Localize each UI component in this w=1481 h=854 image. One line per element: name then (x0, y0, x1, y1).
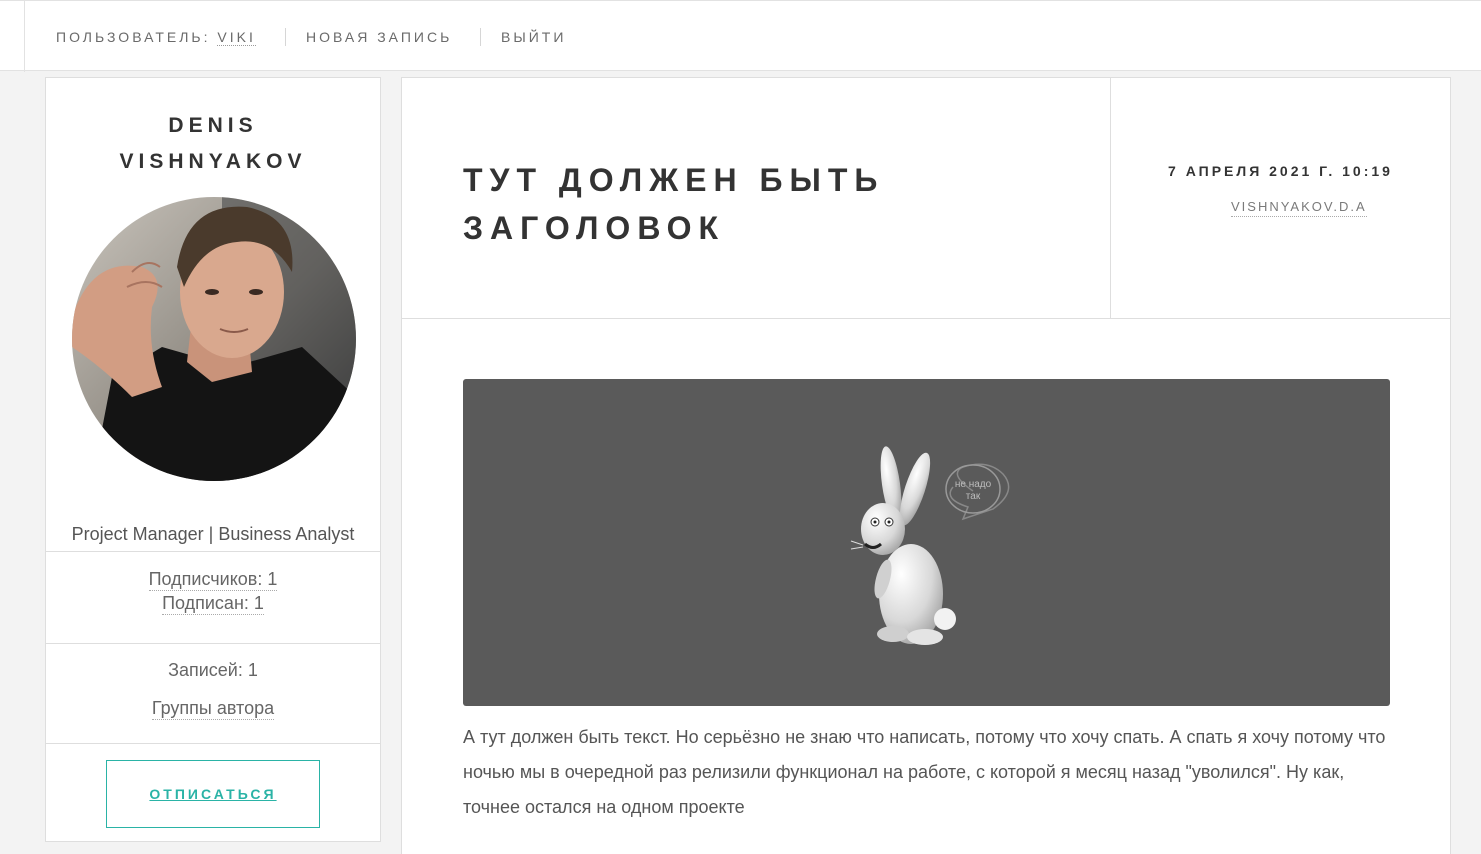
author-card: Denis Vishnyakov (45, 77, 381, 842)
avatar (72, 197, 356, 481)
author-name: Denis Vishnyakov (46, 108, 380, 180)
article-meta: 7 апреля 2021 г. 10:19 vishnyakov.d.a (1110, 78, 1450, 318)
avatar-photo (72, 197, 356, 481)
article-author-link[interactable]: vishnyakov.d.a (1231, 199, 1367, 217)
author-action-section: Отписаться (46, 743, 380, 843)
author-role: Project Manager | Business Analyst (71, 524, 355, 544)
unsubscribe-button[interactable]: Отписаться (106, 760, 320, 828)
article-card: Тут должен быть заголовок 7 апреля 2021 … (401, 77, 1451, 854)
nav-logout-link[interactable]: Выйти (501, 29, 566, 45)
author-last-name: Vishnyakov (119, 150, 307, 173)
nav-user-prefix: Пользователь: (56, 29, 211, 45)
nav-divider (24, 1, 25, 72)
followers-count-link[interactable]: Подписчиков: 1 (148, 569, 278, 591)
author-stats: Подписчиков: 1 Подписан: 1 (46, 551, 380, 641)
nav-separator (285, 28, 286, 46)
article-title: Тут должен быть заголовок (463, 162, 885, 246)
article-header: Тут должен быть заголовок 7 апреля 2021 … (402, 78, 1450, 319)
top-navigation: Пользователь: viki Новая запись Выйти (0, 0, 1481, 72)
nav-separator (480, 28, 481, 46)
article-date: 7 апреля 2021 г. 10:19 (1168, 163, 1393, 179)
author-first-name: Denis (168, 114, 258, 137)
nav-new-post-link[interactable]: Новая запись (306, 29, 452, 45)
bubble-text-line1: не надо (955, 479, 992, 490)
author-groups-link[interactable]: Группы автора (151, 698, 275, 720)
article-image: не надо так (463, 379, 1390, 706)
nav-user-name[interactable]: viki (217, 29, 256, 46)
bubble-text-line2: так (966, 491, 981, 502)
bunny-illustration: не надо так (850, 446, 1010, 645)
nav-user[interactable]: Пользователь: viki (56, 29, 256, 46)
author-posts-section: Записей: 1 Группы автора (46, 643, 380, 743)
following-count-link[interactable]: Подписан: 1 (162, 593, 264, 615)
posts-count: Записей: 1 (168, 660, 258, 680)
article-body: А тут должен быть текст. Но серьёзно не … (463, 727, 1386, 817)
